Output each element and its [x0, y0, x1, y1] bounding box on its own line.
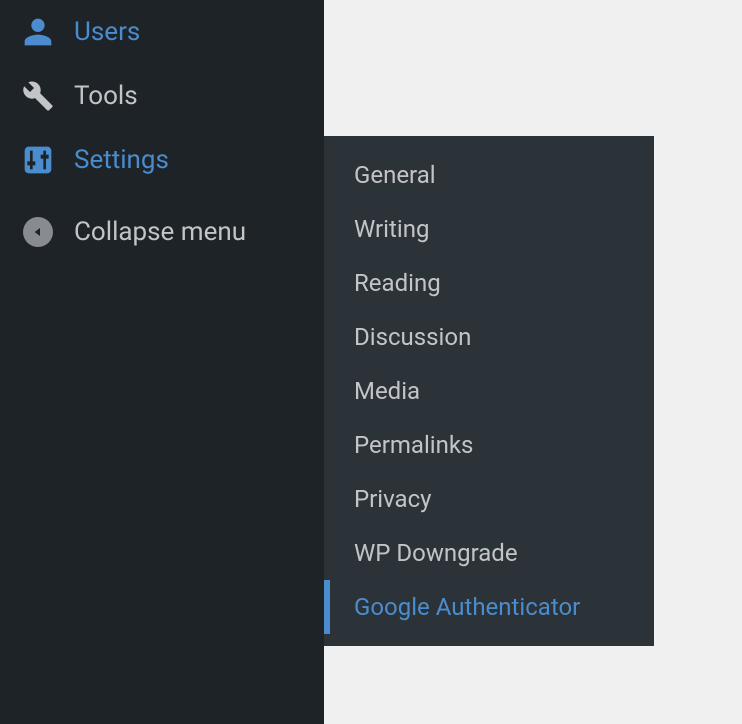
submenu-item-discussion[interactable]: Discussion — [324, 310, 654, 364]
submenu-item-label: Writing — [354, 215, 429, 243]
submenu-item-media[interactable]: Media — [324, 364, 654, 418]
submenu-item-google-authenticator[interactable]: Google Authenticator — [324, 580, 654, 634]
sidebar-item-label: Users — [74, 17, 140, 47]
submenu-item-label: Privacy — [354, 485, 432, 513]
wrench-icon — [20, 78, 56, 114]
submenu-item-label: Reading — [354, 269, 441, 297]
submenu-item-label: WP Downgrade — [354, 539, 518, 567]
sidebar-item-label: Tools — [74, 81, 138, 111]
submenu-item-reading[interactable]: Reading — [324, 256, 654, 310]
sidebar-item-users[interactable]: Users — [0, 0, 324, 64]
settings-submenu: General Writing Reading Discussion Media… — [324, 136, 654, 646]
submenu-item-label: Discussion — [354, 323, 471, 351]
sidebar-collapse[interactable]: Collapse menu — [0, 200, 324, 264]
sidebar-item-label: Settings — [74, 145, 169, 175]
submenu-item-permalinks[interactable]: Permalinks — [324, 418, 654, 472]
collapse-icon — [20, 214, 56, 250]
submenu-item-wp-downgrade[interactable]: WP Downgrade — [324, 526, 654, 580]
submenu-item-writing[interactable]: Writing — [324, 202, 654, 256]
submenu-item-general[interactable]: General — [324, 148, 654, 202]
sidebar-item-settings[interactable]: Settings — [0, 128, 324, 192]
admin-sidebar: Users Tools Settings — [0, 0, 324, 724]
sidebar-item-tools[interactable]: Tools — [0, 64, 324, 128]
submenu-item-label: Permalinks — [354, 431, 473, 459]
collapse-label: Collapse menu — [74, 217, 246, 247]
submenu-item-label: Media — [354, 377, 420, 405]
sliders-icon — [20, 142, 56, 178]
submenu-item-label: Google Authenticator — [354, 593, 580, 621]
submenu-item-label: General — [354, 161, 436, 189]
user-icon — [20, 14, 56, 50]
submenu-item-privacy[interactable]: Privacy — [324, 472, 654, 526]
